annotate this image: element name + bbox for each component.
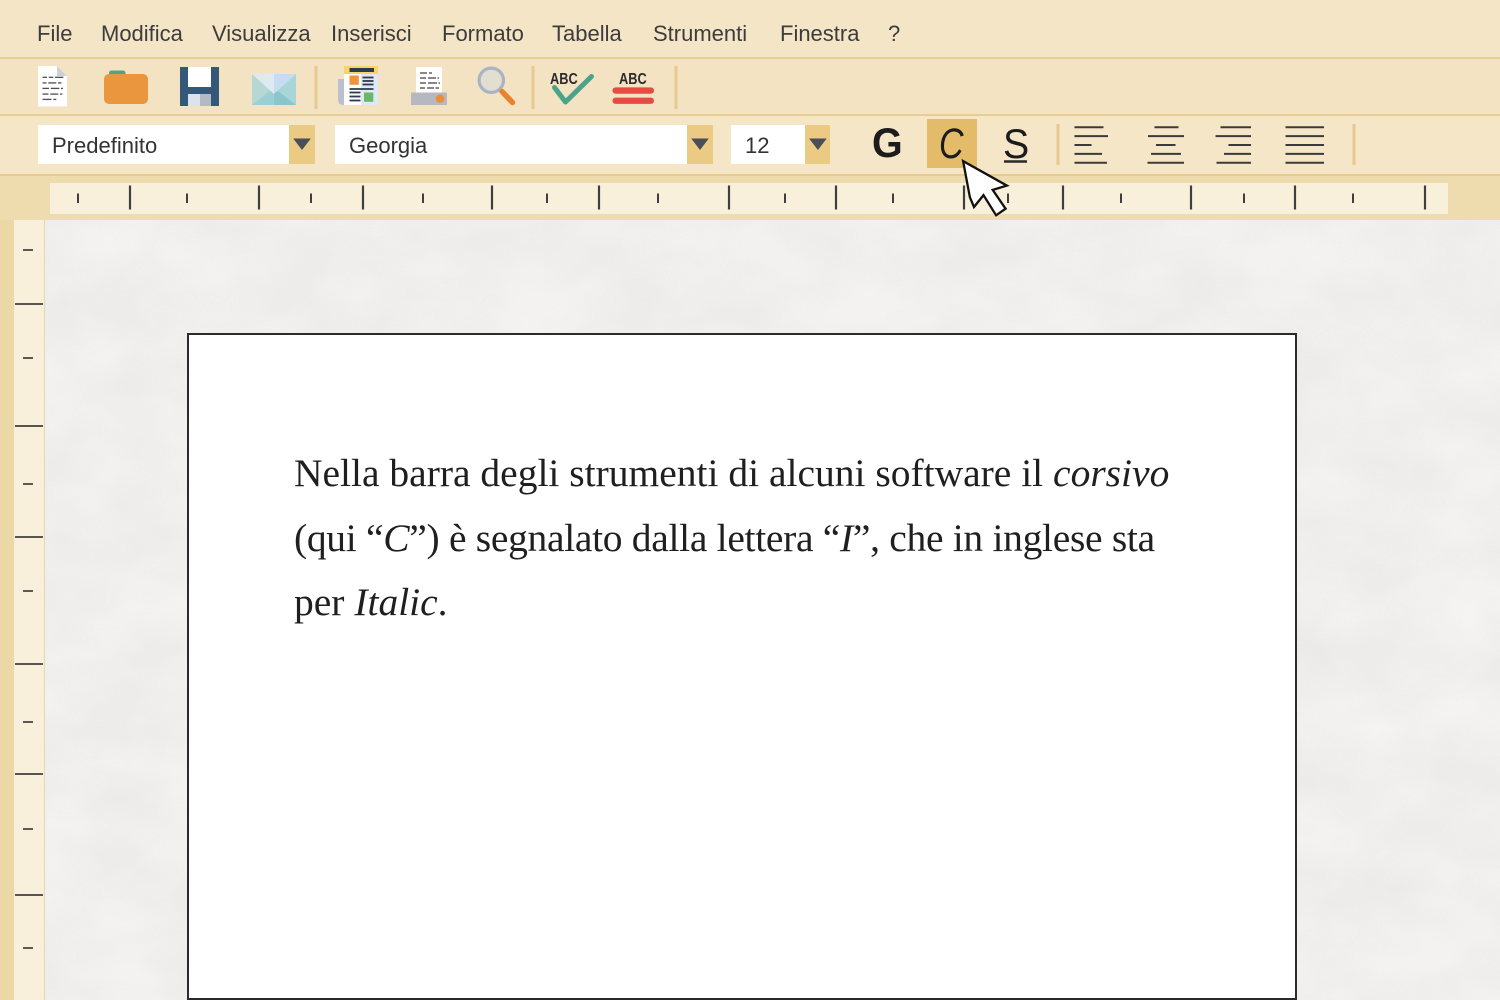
svg-text:ABC: ABC [619, 71, 647, 89]
